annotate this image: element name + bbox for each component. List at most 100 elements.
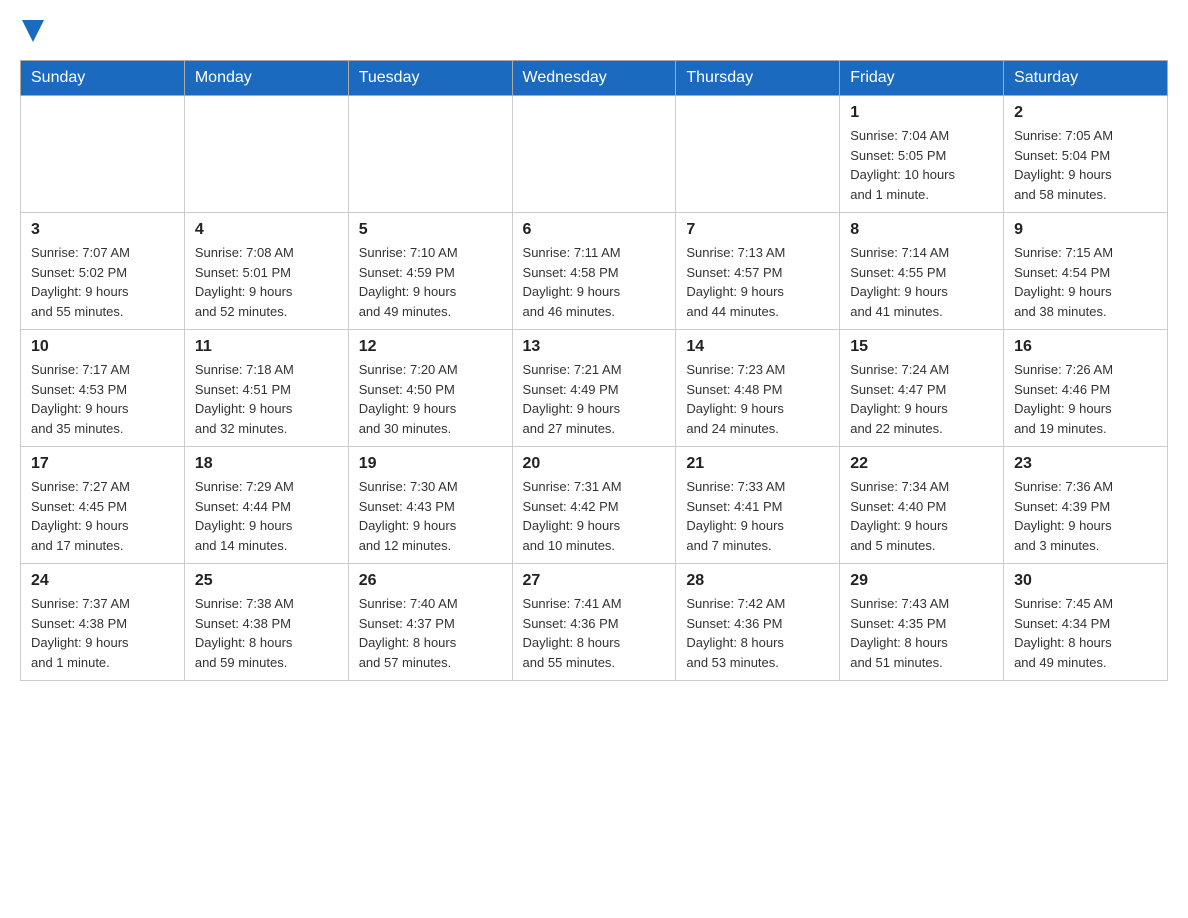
day-number: 24 [31,572,174,590]
logo [20,20,44,40]
day-info: Sunrise: 7:21 AMSunset: 4:49 PMDaylight:… [523,360,666,438]
day-info: Sunrise: 7:45 AMSunset: 4:34 PMDaylight:… [1014,594,1157,672]
day-number: 10 [31,338,174,356]
day-info: Sunrise: 7:11 AMSunset: 4:58 PMDaylight:… [523,243,666,321]
calendar-cell: 16 Sunrise: 7:26 AMSunset: 4:46 PMDayligh… [1004,330,1168,447]
calendar-cell [676,96,840,213]
calendar-cell [512,96,676,213]
day-number: 30 [1014,572,1157,590]
day-number: 11 [195,338,338,356]
calendar-cell: 29 Sunrise: 7:43 AMSunset: 4:35 PMDayligh… [840,564,1004,681]
week-row-5: 24 Sunrise: 7:37 AMSunset: 4:38 PMDayligh… [21,564,1168,681]
day-info: Sunrise: 7:33 AMSunset: 4:41 PMDaylight:… [686,477,829,555]
day-info: Sunrise: 7:20 AMSunset: 4:50 PMDaylight:… [359,360,502,438]
page-header [20,20,1168,40]
day-number: 20 [523,455,666,473]
calendar-cell: 8Sunrise: 7:14 AMSunset: 4:55 PMDaylight… [840,213,1004,330]
day-number: 22 [850,455,993,473]
day-number: 26 [359,572,502,590]
calendar-cell: 15 Sunrise: 7:24 AMSunset: 4:47 PMDayligh… [840,330,1004,447]
day-info: Sunrise: 7:30 AMSunset: 4:43 PMDaylight:… [359,477,502,555]
calendar-table: SundayMondayTuesdayWednesdayThursdayFrid… [20,60,1168,681]
calendar-cell: 6 Sunrise: 7:11 AMSunset: 4:58 PMDaylight… [512,213,676,330]
weekday-header-monday: Monday [184,61,348,96]
calendar-cell: 18 Sunrise: 7:29 AMSunset: 4:44 PMDayligh… [184,447,348,564]
day-info: Sunrise: 7:27 AMSunset: 4:45 PMDaylight:… [31,477,174,555]
day-info: Sunrise: 7:13 AMSunset: 4:57 PMDaylight:… [686,243,829,321]
day-number: 16 [1014,338,1157,356]
day-number: 17 [31,455,174,473]
day-info: Sunrise: 7:23 AMSunset: 4:48 PMDaylight:… [686,360,829,438]
day-number: 1 [850,104,993,122]
day-info: Sunrise: 7:31 AMSunset: 4:42 PMDaylight:… [523,477,666,555]
weekday-header-friday: Friday [840,61,1004,96]
calendar-cell: 9 Sunrise: 7:15 AMSunset: 4:54 PMDaylight… [1004,213,1168,330]
day-info: Sunrise: 7:37 AMSunset: 4:38 PMDaylight:… [31,594,174,672]
day-info: Sunrise: 7:24 AMSunset: 4:47 PMDaylight:… [850,360,993,438]
calendar-cell: 24 Sunrise: 7:37 AMSunset: 4:38 PMDayligh… [21,564,185,681]
day-number: 28 [686,572,829,590]
day-number: 2 [1014,104,1157,122]
day-info: Sunrise: 7:15 AMSunset: 4:54 PMDaylight:… [1014,243,1157,321]
weekday-header-saturday: Saturday [1004,61,1168,96]
weekday-header-sunday: Sunday [21,61,185,96]
weekday-header-wednesday: Wednesday [512,61,676,96]
week-row-3: 10 Sunrise: 7:17 AMSunset: 4:53 PMDayligh… [21,330,1168,447]
day-number: 19 [359,455,502,473]
day-info: Sunrise: 7:38 AMSunset: 4:38 PMDaylight:… [195,594,338,672]
calendar-cell [348,96,512,213]
day-number: 29 [850,572,993,590]
calendar-cell: 21 Sunrise: 7:33 AMSunset: 4:41 PMDayligh… [676,447,840,564]
calendar-cell: 27Sunrise: 7:41 AMSunset: 4:36 PMDayligh… [512,564,676,681]
day-number: 12 [359,338,502,356]
calendar-cell: 28 Sunrise: 7:42 AMSunset: 4:36 PMDayligh… [676,564,840,681]
day-number: 23 [1014,455,1157,473]
day-info: Sunrise: 7:29 AMSunset: 4:44 PMDaylight:… [195,477,338,555]
day-number: 3 [31,221,174,239]
day-number: 21 [686,455,829,473]
weekday-header-tuesday: Tuesday [348,61,512,96]
day-number: 18 [195,455,338,473]
day-info: Sunrise: 7:17 AMSunset: 4:53 PMDaylight:… [31,360,174,438]
day-number: 13 [523,338,666,356]
day-number: 9 [1014,221,1157,239]
day-number: 5 [359,221,502,239]
day-info: Sunrise: 7:04 AMSunset: 5:05 PMDaylight:… [850,126,993,204]
calendar-cell: 13 Sunrise: 7:21 AMSunset: 4:49 PMDayligh… [512,330,676,447]
calendar-cell: 4Sunrise: 7:08 AMSunset: 5:01 PMDaylight… [184,213,348,330]
weekday-header-thursday: Thursday [676,61,840,96]
day-number: 15 [850,338,993,356]
week-row-1: 1 Sunrise: 7:04 AMSunset: 5:05 PMDaylight… [21,96,1168,213]
day-info: Sunrise: 7:26 AMSunset: 4:46 PMDaylight:… [1014,360,1157,438]
day-info: Sunrise: 7:40 AMSunset: 4:37 PMDaylight:… [359,594,502,672]
calendar-cell: 10 Sunrise: 7:17 AMSunset: 4:53 PMDayligh… [21,330,185,447]
logo-triangle-icon [22,20,44,42]
day-info: Sunrise: 7:07 AMSunset: 5:02 PMDaylight:… [31,243,174,321]
calendar-cell: 26 Sunrise: 7:40 AMSunset: 4:37 PMDayligh… [348,564,512,681]
calendar-cell: 7 Sunrise: 7:13 AMSunset: 4:57 PMDaylight… [676,213,840,330]
calendar-cell: 20 Sunrise: 7:31 AMSunset: 4:42 PMDayligh… [512,447,676,564]
week-row-4: 17 Sunrise: 7:27 AMSunset: 4:45 PMDayligh… [21,447,1168,564]
day-number: 27 [523,572,666,590]
day-number: 7 [686,221,829,239]
calendar-cell [184,96,348,213]
calendar-cell: 5Sunrise: 7:10 AMSunset: 4:59 PMDaylight… [348,213,512,330]
calendar-cell: 3 Sunrise: 7:07 AMSunset: 5:02 PMDaylight… [21,213,185,330]
day-info: Sunrise: 7:05 AMSunset: 5:04 PMDaylight:… [1014,126,1157,204]
calendar-cell: 14 Sunrise: 7:23 AMSunset: 4:48 PMDayligh… [676,330,840,447]
day-number: 6 [523,221,666,239]
day-number: 8 [850,221,993,239]
day-info: Sunrise: 7:42 AMSunset: 4:36 PMDaylight:… [686,594,829,672]
calendar-cell: 19 Sunrise: 7:30 AMSunset: 4:43 PMDayligh… [348,447,512,564]
calendar-cell: 1 Sunrise: 7:04 AMSunset: 5:05 PMDaylight… [840,96,1004,213]
calendar-cell: 2 Sunrise: 7:05 AMSunset: 5:04 PMDaylight… [1004,96,1168,213]
calendar-header-row: SundayMondayTuesdayWednesdayThursdayFrid… [21,61,1168,96]
calendar-cell: 23Sunrise: 7:36 AMSunset: 4:39 PMDayligh… [1004,447,1168,564]
calendar-cell: 30 Sunrise: 7:45 AMSunset: 4:34 PMDayligh… [1004,564,1168,681]
day-info: Sunrise: 7:34 AMSunset: 4:40 PMDaylight:… [850,477,993,555]
day-info: Sunrise: 7:43 AMSunset: 4:35 PMDaylight:… [850,594,993,672]
day-number: 14 [686,338,829,356]
calendar-cell: 17 Sunrise: 7:27 AMSunset: 4:45 PMDayligh… [21,447,185,564]
calendar-cell [21,96,185,213]
calendar-cell: 11Sunrise: 7:18 AMSunset: 4:51 PMDayligh… [184,330,348,447]
